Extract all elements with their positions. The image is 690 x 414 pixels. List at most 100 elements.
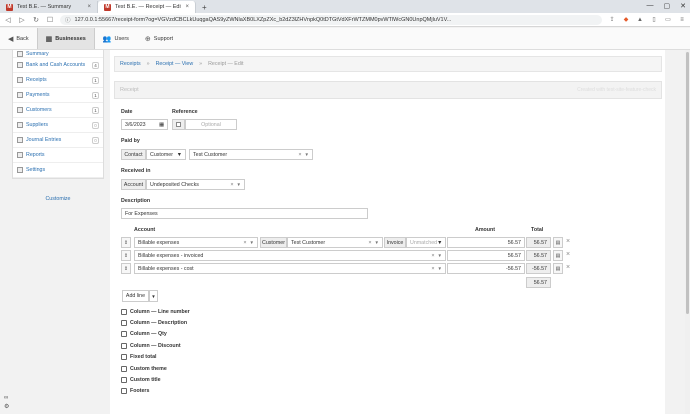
sidebar-toggle-icon[interactable]: ▯: [650, 16, 658, 24]
extension-icon[interactable]: ▲: [636, 16, 644, 24]
back-button[interactable]: ◀ Back: [0, 28, 37, 49]
line-2-account-select[interactable]: Billable expenses - invoiced × ▼: [134, 250, 446, 261]
sidebar-item-customers[interactable]: Customers 1: [13, 103, 103, 118]
back-arrow-icon[interactable]: ◁: [4, 16, 12, 24]
customize-link[interactable]: Customize: [12, 186, 104, 202]
option-column-description[interactable]: Column — Description: [121, 320, 187, 326]
option-column-discount[interactable]: Column — Discount: [121, 343, 181, 349]
option-label: Custom title: [130, 377, 161, 383]
new-tab-icon[interactable]: +: [196, 1, 213, 13]
close-tab-icon[interactable]: ×: [185, 4, 189, 10]
date-input[interactable]: 3/6/2023 ▦: [121, 119, 168, 130]
scrollbar-thumb[interactable]: [686, 52, 689, 314]
tools-icon[interactable]: ⚙: [4, 403, 9, 410]
line-1-customer-select[interactable]: Test Customer × ▼: [287, 237, 383, 248]
contact-type-select[interactable]: Customer ▼: [146, 149, 186, 160]
checkbox-icon[interactable]: [121, 377, 127, 383]
option-custom-title[interactable]: Custom title: [121, 377, 161, 383]
add-line-dropdown-button[interactable]: ▼: [149, 290, 158, 302]
sidebar-item-suppliers[interactable]: Suppliers 0: [13, 118, 103, 133]
support-button[interactable]: ⊕ Support: [137, 28, 181, 49]
calculator-icon[interactable]: ▤: [553, 250, 563, 261]
line-1-invoice-select[interactable]: Unmatched ▼: [406, 237, 446, 248]
checkbox-icon[interactable]: [121, 331, 127, 337]
users-button[interactable]: 👥 Users: [95, 28, 137, 49]
sidebar-item-payments[interactable]: Payments 1: [13, 88, 103, 103]
drag-handle-icon[interactable]: ⇕: [121, 263, 131, 274]
menu-icon[interactable]: ≡: [678, 16, 686, 24]
breadcrumb-receipt-view[interactable]: Receipt — View: [156, 61, 194, 67]
delete-line-icon[interactable]: ×: [566, 238, 570, 245]
address-bar[interactable]: ⓘ 127.0.0.1:55667/receipt-form?og=VGVzdC…: [60, 14, 602, 25]
clear-icon[interactable]: ×: [298, 152, 301, 158]
delete-line-icon[interactable]: ×: [566, 251, 570, 258]
brave-shield-icon[interactable]: ◆: [622, 16, 630, 24]
maximize-icon[interactable]: ▢: [664, 2, 671, 10]
browser-tab-receipt-edit[interactable]: M Test B.E. — Receipt — Edit ×: [98, 1, 196, 13]
add-line-button[interactable]: Add line: [122, 290, 149, 302]
line-1-amount-input[interactable]: 56.57: [447, 237, 525, 248]
reference-auto-checkbox[interactable]: [172, 119, 185, 130]
option-custom-theme[interactable]: Custom theme: [121, 366, 167, 372]
sidebar-item-journal-entries[interactable]: Journal Entries 0: [13, 133, 103, 148]
sidebar-item-bank-and-cash-accounts[interactable]: Bank and Cash Accounts 4: [13, 58, 103, 73]
back-label: Back: [16, 35, 29, 42]
calendar-icon[interactable]: ▦: [159, 122, 164, 128]
received-in-select[interactable]: Undeposited Checks × ▼: [146, 179, 245, 190]
sidebar-item-settings[interactable]: Settings: [13, 163, 103, 178]
clear-icon[interactable]: ×: [368, 240, 371, 246]
chevron-down-icon: ▼: [374, 240, 379, 245]
drag-handle-icon[interactable]: ⇕: [121, 250, 131, 261]
line-3-amount-input[interactable]: -56.57: [447, 263, 525, 274]
wallet-icon[interactable]: ▭: [664, 16, 672, 24]
browser-tab-summary[interactable]: M Test B.E. — Summary ×: [0, 1, 98, 13]
bookmark-icon[interactable]: ☐: [46, 16, 54, 24]
description-input[interactable]: For Expenses: [121, 208, 368, 219]
line-account-value: Billable expenses - invoiced: [138, 252, 204, 259]
forward-arrow-icon[interactable]: ▷: [18, 16, 26, 24]
drag-handle-icon[interactable]: ⇕: [121, 237, 131, 248]
contact-select[interactable]: Test Customer × ▼: [189, 149, 313, 160]
line-3-account-select[interactable]: Billable expenses - cost × ▼: [134, 263, 446, 274]
checkbox-icon[interactable]: [121, 343, 127, 349]
option-column-line-number[interactable]: Column — Line number: [121, 309, 190, 315]
app-navbar: ◀ Back ▦ Businesses 👥 Users ⊕ Support: [0, 28, 690, 50]
page-scrollbar[interactable]: [685, 50, 690, 414]
clear-icon[interactable]: ×: [431, 266, 434, 272]
calculator-icon[interactable]: ▤: [553, 263, 563, 274]
chevron-down-icon: ▼: [236, 182, 241, 187]
line-1-account-select[interactable]: Billable expenses × ▼: [134, 237, 258, 248]
delete-line-icon[interactable]: ×: [566, 264, 570, 271]
clear-icon[interactable]: ×: [230, 182, 233, 188]
reload-icon[interactable]: ↻: [32, 16, 40, 24]
info-icon[interactable]: ⓘ: [65, 16, 71, 24]
link-icon[interactable]: ∞: [4, 395, 9, 401]
checkbox-icon[interactable]: [121, 366, 127, 372]
sidebar-item-receipts[interactable]: Receipts 1: [13, 73, 103, 88]
option-column-qty[interactable]: Column — Qty: [121, 331, 167, 337]
businesses-button[interactable]: ▦ Businesses: [36, 28, 95, 49]
checkbox-icon[interactable]: [121, 388, 127, 394]
close-tab-icon[interactable]: ×: [87, 4, 91, 10]
option-footers[interactable]: Footers: [121, 388, 149, 394]
reference-input[interactable]: Optional: [185, 119, 237, 130]
checkbox-icon[interactable]: [121, 309, 127, 315]
close-window-icon[interactable]: ✕: [680, 2, 686, 10]
line-2-amount-input[interactable]: 56.57: [447, 250, 525, 261]
breadcrumb-receipts[interactable]: Receipts: [120, 61, 141, 67]
count-badge: 1: [92, 106, 99, 114]
breadcrumb-receipt-edit: Receipt — Edit: [208, 61, 244, 67]
checkbox-icon[interactable]: [121, 354, 127, 360]
minimize-icon[interactable]: —: [647, 2, 654, 10]
calculator-icon[interactable]: ▤: [553, 237, 563, 248]
paid-by-label: Paid by: [121, 138, 140, 144]
checkbox-icon[interactable]: [121, 320, 127, 326]
sidebar-item-label: Summary: [26, 50, 49, 57]
sidebar-item-summary[interactable]: Summary: [13, 50, 103, 58]
share-icon[interactable]: ⇪: [608, 16, 616, 24]
clear-icon[interactable]: ×: [243, 240, 246, 246]
clear-icon[interactable]: ×: [431, 253, 434, 259]
sidebar-item-reports[interactable]: Reports: [13, 148, 103, 163]
date-label: Date: [121, 109, 133, 115]
option-fixed-total[interactable]: Fixed total: [121, 354, 157, 360]
